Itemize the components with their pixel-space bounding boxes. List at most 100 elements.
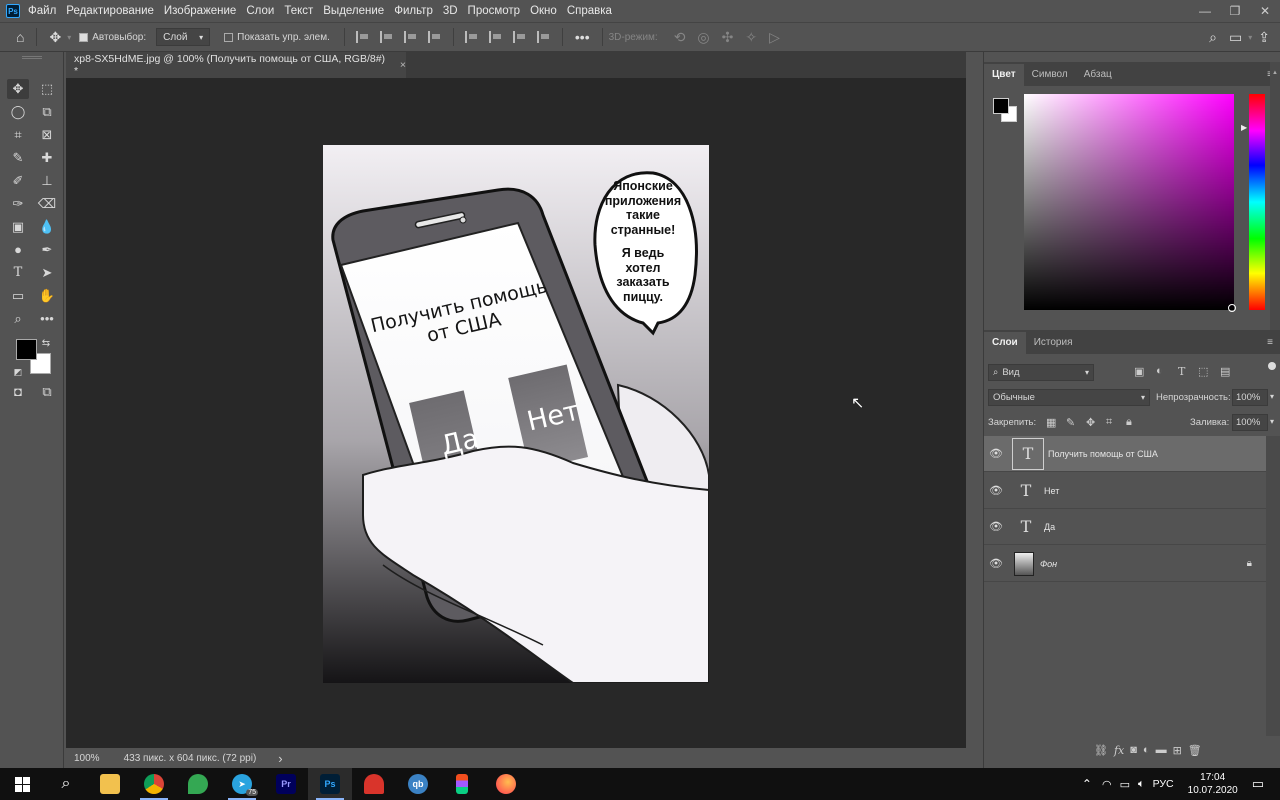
frame-tool-icon[interactable]: ⊠ bbox=[36, 125, 58, 145]
move-tool-icon[interactable]: ✥ bbox=[7, 79, 29, 99]
chevron-down-icon[interactable]: ▾ bbox=[1248, 33, 1252, 42]
brush-tool-icon[interactable]: ✐ bbox=[7, 171, 29, 191]
search-icon[interactable]: ⌕ bbox=[1209, 29, 1217, 46]
start-button[interactable] bbox=[0, 768, 44, 800]
taskbar-figma[interactable] bbox=[440, 768, 484, 800]
filter-toggle-icon[interactable] bbox=[1268, 362, 1276, 370]
taskbar-search-button[interactable]: ⌕ bbox=[44, 768, 88, 800]
taskbar-premiere[interactable]: Pr bbox=[264, 768, 308, 800]
object-select-tool-icon[interactable]: ⧉ bbox=[36, 102, 58, 122]
menu-view[interactable]: Просмотр bbox=[468, 5, 521, 17]
wifi-icon[interactable]: ◠ bbox=[1102, 778, 1112, 791]
panel-grip[interactable] bbox=[22, 56, 42, 59]
blend-mode-dropdown[interactable]: Обычные ▾ bbox=[988, 389, 1150, 406]
notifications-icon[interactable]: ▭ bbox=[1252, 776, 1264, 792]
3d-camera-icon[interactable]: ▷ bbox=[769, 29, 780, 46]
menu-type[interactable]: Текст bbox=[284, 5, 313, 17]
eyedropper-tool-icon[interactable]: ✎ bbox=[7, 148, 29, 168]
more-tools-icon[interactable]: ••• bbox=[36, 309, 58, 329]
tab-layers[interactable]: Слои bbox=[984, 332, 1026, 354]
panel-collapse-strip[interactable] bbox=[966, 52, 982, 748]
layer-name[interactable]: Фон bbox=[1040, 559, 1057, 569]
rectangle-tool-icon[interactable]: ▭ bbox=[7, 286, 29, 306]
align-left-icon[interactable] bbox=[355, 31, 370, 43]
home-icon[interactable]: ⌂ bbox=[16, 29, 24, 45]
3d-roll-icon[interactable]: ◎ bbox=[697, 29, 709, 46]
taskbar-chrome[interactable] bbox=[132, 768, 176, 800]
hue-slider[interactable] bbox=[1249, 94, 1265, 310]
foreground-color-swatch-top[interactable] bbox=[16, 339, 37, 360]
layers-scrollbar[interactable] bbox=[1266, 436, 1280, 736]
tab-character[interactable]: Символ bbox=[1024, 64, 1076, 86]
layer-name[interactable]: Нет bbox=[1044, 486, 1059, 496]
layer-row[interactable]: 👁︎ Фон 🔒︎ bbox=[984, 546, 1266, 582]
history-brush-tool-icon[interactable]: ✑ bbox=[7, 194, 29, 214]
workspace-icon[interactable]: ▭ bbox=[1229, 29, 1242, 46]
menu-filter[interactable]: Фильтр bbox=[394, 5, 433, 17]
document-canvas[interactable]: Получить помощь от США Да Нет Японские п… bbox=[323, 145, 709, 683]
align-bottom-icon[interactable] bbox=[512, 31, 527, 43]
eraser-tool-icon[interactable]: ⌫ bbox=[36, 194, 58, 214]
adjustment-layer-icon[interactable]: ◐ bbox=[1143, 744, 1150, 757]
pen-tool-icon[interactable]: ✒ bbox=[36, 240, 58, 260]
swap-colors-icon[interactable]: ⇆ bbox=[39, 334, 53, 354]
chevron-down-icon[interactable]: ▾ bbox=[67, 33, 71, 42]
taskbar-app-boat[interactable] bbox=[352, 768, 396, 800]
lock-transparent-icon[interactable]: ▦ bbox=[1046, 416, 1056, 429]
menu-window[interactable]: Окно bbox=[530, 5, 557, 17]
taskbar-maps[interactable] bbox=[176, 768, 220, 800]
taskbar-photoshop[interactable]: Ps bbox=[308, 768, 352, 800]
3d-slide-icon[interactable]: ✧ bbox=[745, 29, 757, 46]
marquee-tool-icon[interactable]: ⬚ bbox=[36, 79, 58, 99]
fill-input[interactable]: 100% bbox=[1232, 414, 1268, 431]
menu-help[interactable]: Справка bbox=[567, 5, 612, 17]
align-middle-v-icon[interactable] bbox=[488, 31, 503, 43]
lock-all-icon[interactable]: 🔒︎ bbox=[1126, 416, 1132, 429]
color-picker-field[interactable] bbox=[1024, 94, 1234, 310]
taskbar-telegram[interactable]: ➤ 75 bbox=[220, 768, 264, 800]
lock-artboard-icon[interactable]: ⌗ bbox=[1106, 416, 1112, 429]
chevron-down-icon[interactable]: ▾ bbox=[1270, 417, 1274, 426]
layer-name[interactable]: Да bbox=[1044, 522, 1055, 532]
visibility-eye-icon[interactable]: 👁︎ bbox=[984, 447, 1008, 460]
default-colors-icon[interactable]: ◩ bbox=[12, 362, 24, 382]
status-menu-arrow-icon[interactable]: › bbox=[278, 751, 282, 766]
share-icon[interactable]: ⇪ bbox=[1258, 29, 1270, 46]
color-panel-foreground-swatch-top[interactable] bbox=[993, 98, 1009, 114]
screen-mode-icon[interactable]: ⧉ bbox=[36, 382, 58, 402]
3d-orbit-icon[interactable]: ⟲ bbox=[674, 29, 686, 46]
hue-slider-marker-icon[interactable]: ▶ bbox=[1241, 123, 1247, 132]
document-tab[interactable]: xp8-SX5HdME.jpg @ 100% (Получить помощь … bbox=[66, 52, 406, 78]
autoselect-dropdown[interactable]: Слой ▾ bbox=[156, 28, 211, 46]
menu-select[interactable]: Выделение bbox=[323, 5, 384, 17]
clone-stamp-tool-icon[interactable]: ⊥ bbox=[36, 171, 58, 191]
zoom-level[interactable]: 100% bbox=[74, 753, 100, 764]
align-top-icon[interactable] bbox=[464, 31, 479, 43]
path-select-tool-icon[interactable]: ➤ bbox=[36, 263, 58, 283]
panel-menu-icon[interactable]: ≡ bbox=[1267, 337, 1273, 348]
menu-3d[interactable]: 3D bbox=[443, 5, 458, 17]
taskbar-firefox[interactable] bbox=[484, 768, 528, 800]
filter-pixel-icon[interactable]: ▣ bbox=[1134, 365, 1144, 378]
visibility-eye-icon[interactable]: 👁︎ bbox=[984, 484, 1008, 497]
zoom-tool-icon[interactable]: ⌕ bbox=[7, 309, 29, 329]
menu-edit[interactable]: Редактирование bbox=[66, 5, 154, 17]
link-layers-icon[interactable]: ⛓︎ bbox=[1094, 744, 1108, 757]
tab-history[interactable]: История bbox=[1026, 332, 1081, 354]
layer-mask-icon[interactable]: ◙ bbox=[1130, 744, 1137, 757]
filter-type-icon[interactable]: T bbox=[1178, 365, 1185, 378]
move-tool-icon[interactable]: ✥ bbox=[49, 29, 61, 46]
taskbar-qbittorrent[interactable]: qb bbox=[396, 768, 440, 800]
distribute-v-icon[interactable] bbox=[536, 31, 551, 43]
new-group-icon[interactable]: ▬ bbox=[1156, 744, 1167, 757]
language-indicator[interactable]: РУС bbox=[1153, 778, 1174, 790]
lock-position-icon[interactable]: ✥ bbox=[1086, 416, 1095, 429]
show-hidden-icons-icon[interactable]: ⌃ bbox=[1082, 777, 1092, 791]
network-icon[interactable]: ▭ bbox=[1120, 778, 1130, 791]
filter-shape-icon[interactable]: ⬚ bbox=[1198, 365, 1208, 378]
quick-mask-icon[interactable]: ◘ bbox=[7, 382, 29, 402]
layer-filter-dropdown[interactable]: ⌕ Вид ▾ bbox=[988, 364, 1094, 381]
blur-tool-icon[interactable]: 💧 bbox=[36, 217, 58, 237]
healing-brush-tool-icon[interactable]: ✚ bbox=[36, 148, 58, 168]
layer-row[interactable]: 👁︎ T Да bbox=[984, 509, 1266, 545]
